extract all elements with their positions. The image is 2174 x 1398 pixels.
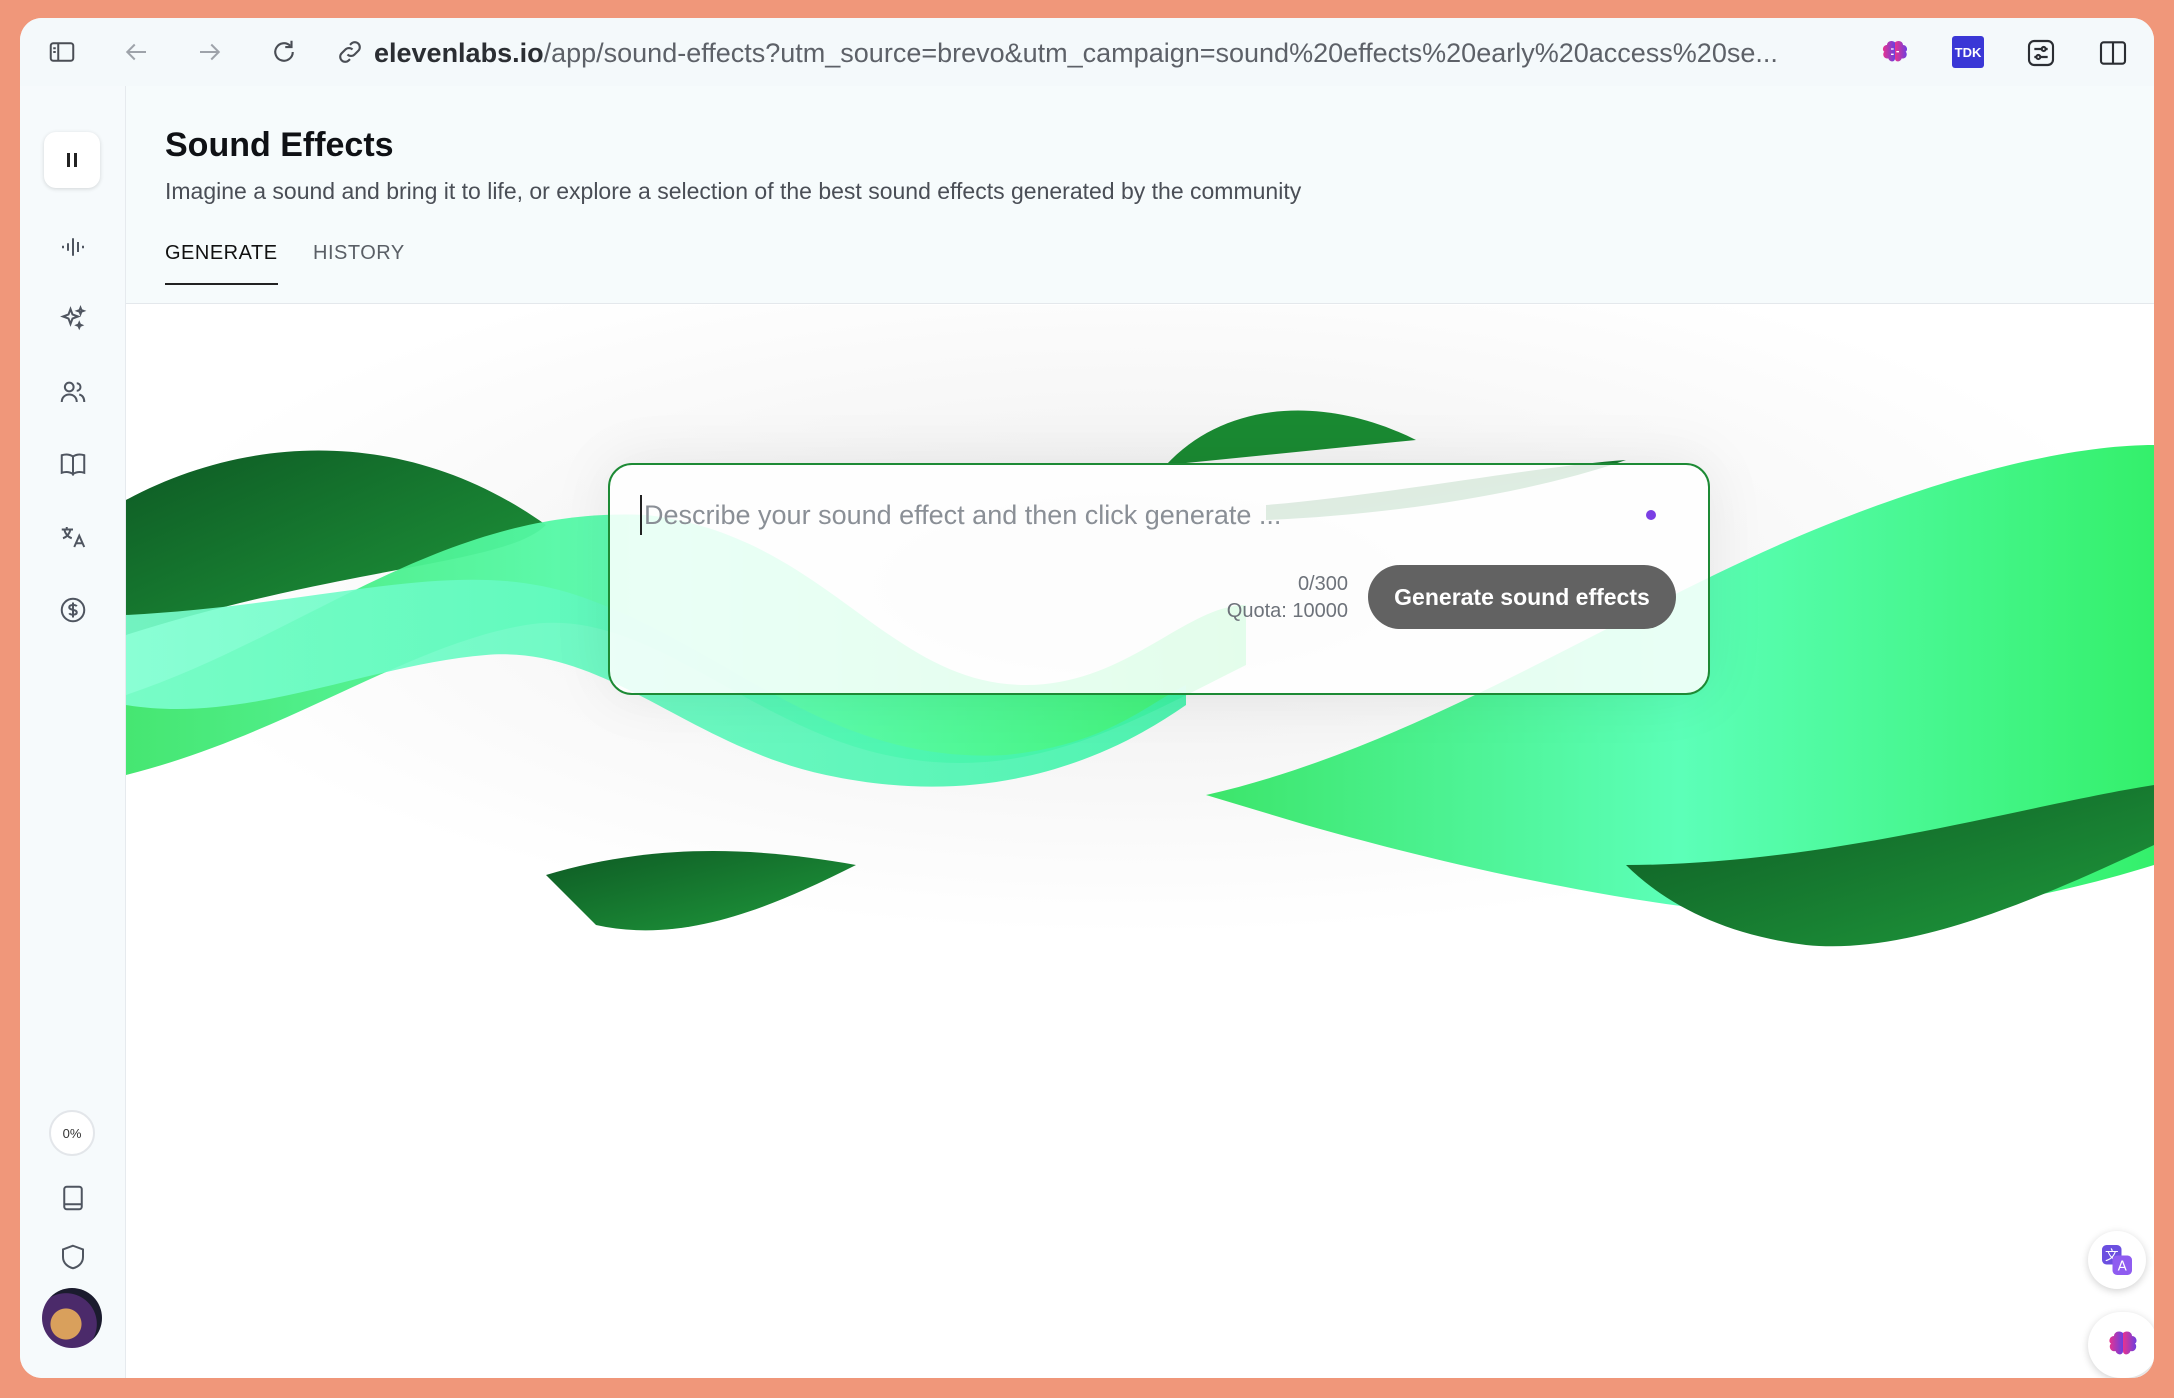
translate-extension-button[interactable]: 文A [2088, 1231, 2146, 1289]
book-icon[interactable] [53, 444, 93, 484]
generate-sound-effects-button[interactable]: Generate sound effects [1368, 565, 1676, 629]
status-dot-icon [1646, 510, 1656, 520]
dollar-circle-icon[interactable] [53, 590, 93, 630]
translate-badge-icon: 文A [2102, 1245, 2132, 1275]
svg-text:A: A [2118, 1259, 2128, 1275]
page-header: Sound Effects Imagine a sound and bring … [126, 86, 2154, 304]
reload-icon[interactable] [264, 32, 304, 72]
back-arrow-icon[interactable] [116, 32, 156, 72]
sound-effect-generator-card: 0/300 Quota: 10000 Generate sound effect… [608, 463, 1710, 695]
brain-icon [2109, 1331, 2137, 1355]
voices-users-icon[interactable] [53, 372, 93, 412]
tab-history[interactable]: HISTORY [313, 242, 405, 283]
browser-toolbar: elevenlabs.io/app/sound-effects?utm_sour… [20, 18, 2154, 86]
docs-book-icon[interactable] [53, 1178, 93, 1218]
usage-counter: 0/300 Quota: 10000 [1227, 571, 1348, 625]
translate-icon[interactable] [53, 517, 93, 557]
tab-generate[interactable]: GENERATE [165, 242, 278, 285]
avatar[interactable] [42, 1288, 102, 1348]
forward-arrow-icon[interactable] [190, 32, 230, 72]
tdk-extension-icon[interactable]: TDK [1952, 36, 1984, 68]
main-content: Sound Effects Imagine a sound and bring … [126, 86, 2154, 1378]
settings-sliders-icon[interactable] [2024, 36, 2058, 70]
character-count: 0/300 [1297, 573, 1348, 595]
page-subtitle: Imagine a sound and bring it to life, or… [165, 178, 1302, 204]
split-view-icon[interactable] [2096, 36, 2130, 70]
sidebar-toggle-icon[interactable] [42, 32, 82, 72]
brain-extension-icon[interactable] [1878, 36, 1912, 70]
sound-effect-prompt-input[interactable] [640, 495, 1600, 535]
pause-button[interactable] [44, 132, 100, 188]
speech-waveform-icon[interactable] [53, 227, 93, 267]
url-path: /app/sound-effects?utm_source=brevo&utm_… [543, 38, 1778, 68]
brain-assistant-button[interactable] [2088, 1312, 2154, 1378]
address-bar[interactable]: elevenlabs.io/app/sound-effects?utm_sour… [374, 36, 1778, 70]
quota-label: Quota: 10000 [1226, 600, 1348, 622]
browser-window: elevenlabs.io/app/sound-effects?utm_sour… [20, 18, 2154, 1378]
sparkles-icon[interactable] [53, 299, 93, 339]
page-title: Sound Effects [165, 126, 394, 164]
shield-icon[interactable] [53, 1237, 93, 1277]
link-icon [330, 32, 370, 72]
url-host: elevenlabs.io [374, 38, 544, 68]
usage-progress-badge[interactable]: 0% [49, 1110, 95, 1156]
pause-icon [67, 153, 77, 167]
app-sidebar: 0% [20, 86, 126, 1378]
